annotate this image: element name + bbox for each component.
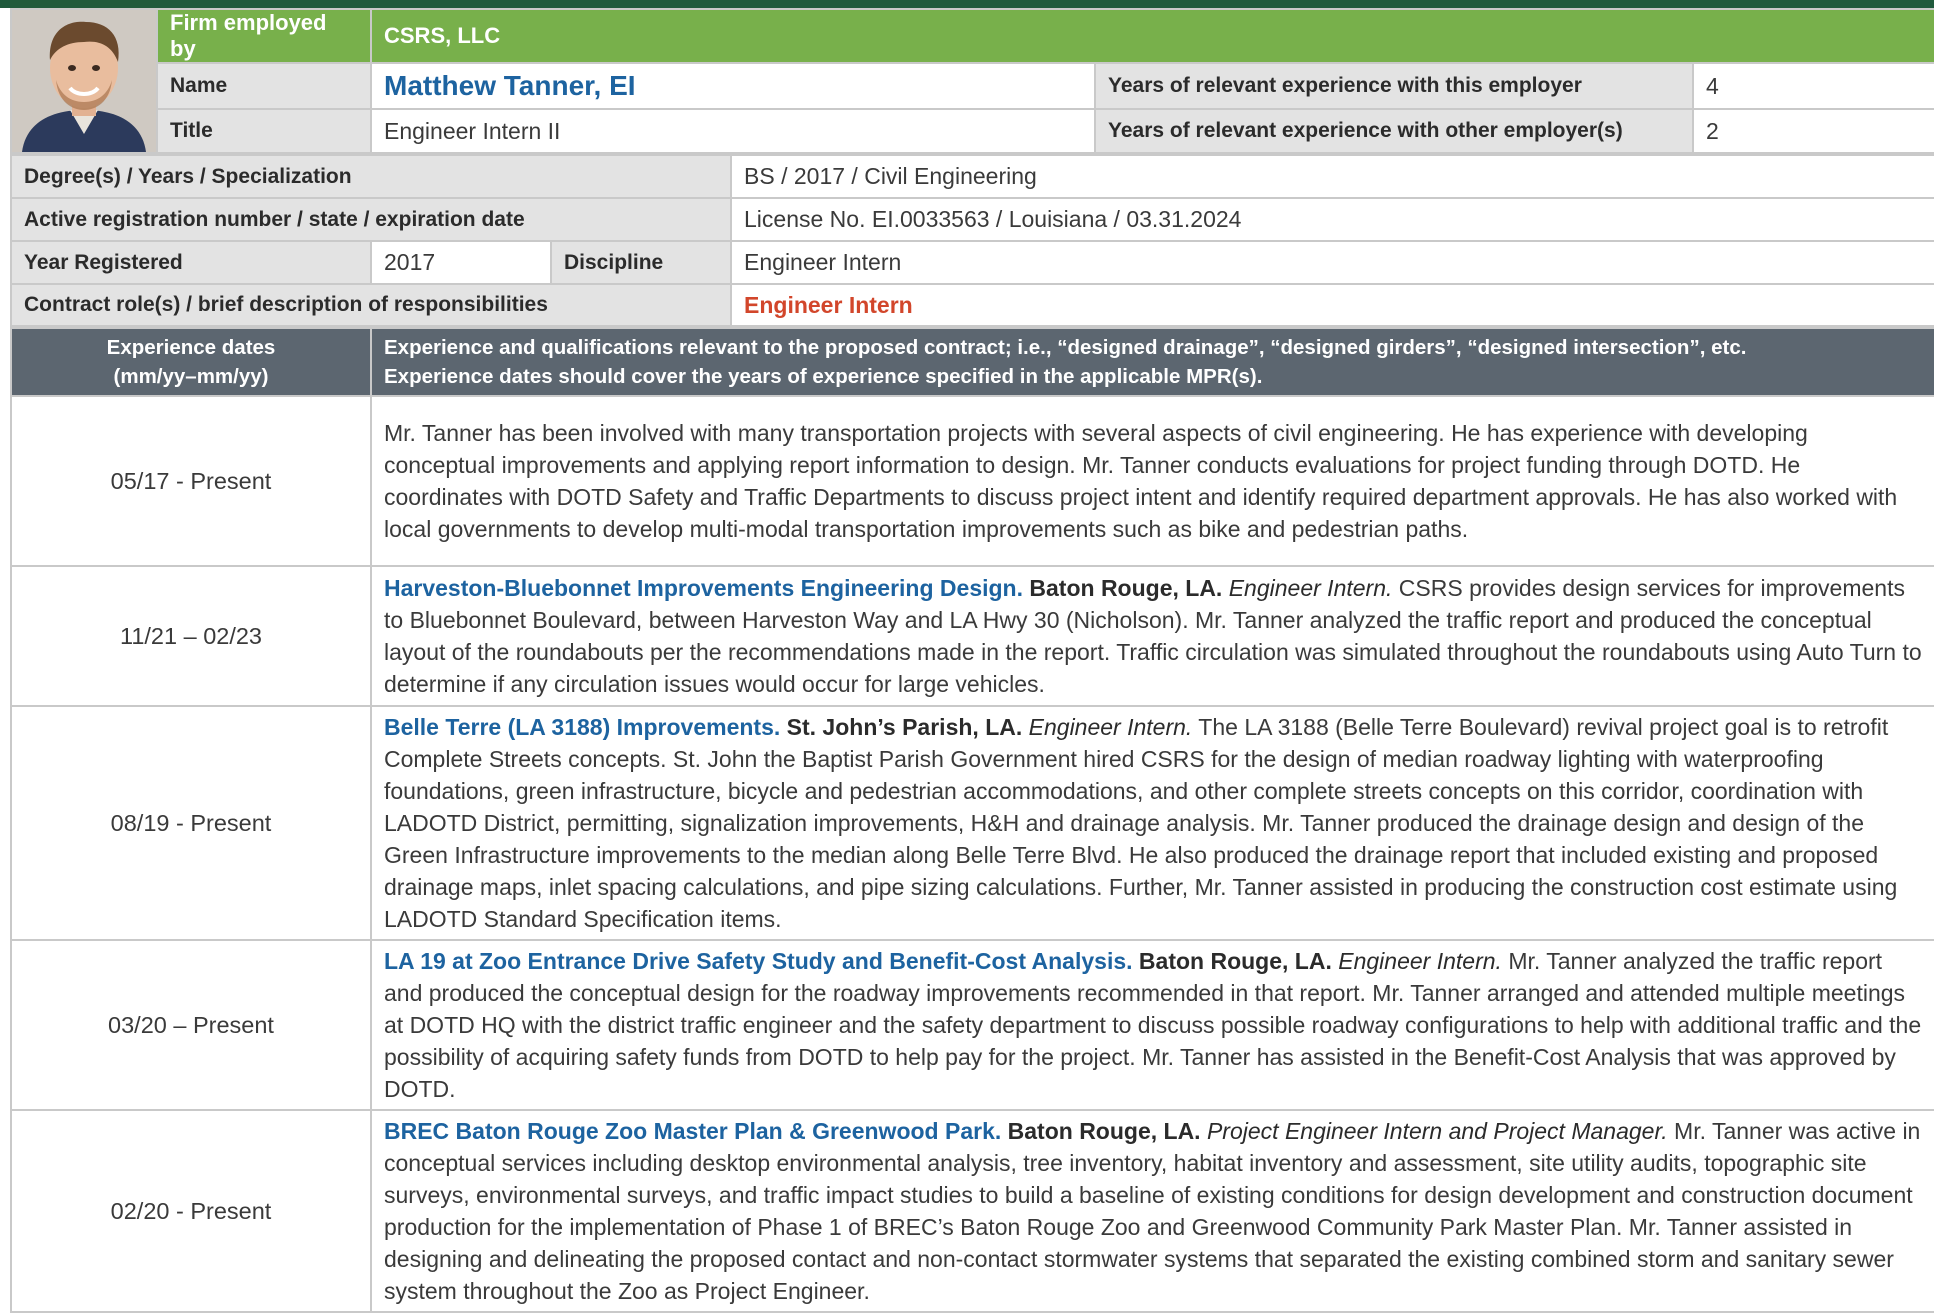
project-title: Belle Terre (LA 3188) Improvements.: [384, 714, 781, 740]
resume-form: Firm employed by CSRS, LLC Name Matthew …: [9, 8, 1934, 1313]
details-table: Degree(s) / Years / Specialization BS / …: [9, 154, 1934, 327]
project-title: Harveston-Bluebonnet Improvements Engine…: [384, 575, 1023, 601]
experience-description-header-line1: Experience and qualifications relevant t…: [384, 336, 1747, 359]
experience-row: 08/19 - Present Belle Terre (LA 3188) Imp…: [10, 705, 1934, 941]
project-location: Baton Rouge, LA.: [1029, 575, 1223, 601]
project-title: BREC Baton Rouge Zoo Master Plan & Green…: [384, 1118, 1002, 1144]
firm-label: Firm employed by: [156, 8, 372, 64]
contract-role-value: Engineer Intern: [730, 283, 1934, 327]
project-role: Project Engineer Intern and Project Mana…: [1206, 1118, 1668, 1144]
year-registered-label: Year Registered: [10, 240, 372, 285]
project-location: Baton Rouge, LA.: [1138, 948, 1332, 974]
firm-value: CSRS, LLC: [370, 8, 1934, 64]
profile-photo: [10, 8, 158, 154]
registration-label: Active registration number / state / exp…: [9, 197, 733, 242]
experience-dates-header-line1: Experience dates: [106, 336, 276, 359]
experience-description: LA 19 at Zoo Entrance Drive Safety Study…: [370, 939, 1934, 1111]
top-accent-bar: [0, 0, 1934, 8]
experience-dates: 08/19 - Present: [10, 705, 372, 941]
project-location: St. John’s Parish, LA.: [786, 714, 1023, 740]
experience-description: Mr. Tanner has been involved with many t…: [370, 395, 1934, 567]
experience-row: 02/20 - Present BREC Baton Rouge Zoo Mast…: [10, 1109, 1934, 1313]
title-value: Engineer Intern II: [370, 108, 1096, 154]
experience-description: Belle Terre (LA 3188) Improvements. St. …: [370, 705, 1934, 941]
discipline-value: Engineer Intern: [730, 240, 1934, 285]
experience-row: 03/20 – Present LA 19 at Zoo Entrance Dri…: [10, 939, 1934, 1111]
experience-dates-header-line2: (mm/yy–mm/yy): [113, 365, 269, 388]
experience-dates: 02/20 - Present: [10, 1109, 372, 1313]
portrait-image: [12, 10, 156, 152]
experience-row: 11/21 – 02/23 Harveston-Bluebonnet Improv…: [10, 565, 1934, 707]
year-registered-value: 2017: [370, 240, 552, 285]
years-other-employer-value: 2: [1692, 108, 1934, 154]
experience-dates: 11/21 – 02/23: [10, 565, 372, 707]
years-this-employer-value: 4: [1692, 62, 1934, 110]
experience-dates-header: Experience dates (mm/yy–mm/yy): [10, 327, 372, 397]
header-table: Firm employed by CSRS, LLC Name Matthew …: [10, 8, 1934, 154]
contract-role-label: Contract role(s) / brief description of …: [9, 283, 733, 327]
experience-row: 05/17 - Present Mr. Tanner has been invol…: [10, 395, 1934, 567]
project-title: LA 19 at Zoo Entrance Drive Safety Study…: [384, 948, 1133, 974]
experience-dates: 03/20 – Present: [10, 939, 372, 1111]
project-role: Engineer Intern.: [1028, 714, 1193, 740]
title-label: Title: [156, 108, 372, 154]
discipline-label: Discipline: [549, 240, 733, 285]
name-value: Matthew Tanner, EI: [370, 62, 1096, 110]
project-role: Engineer Intern.: [1338, 948, 1502, 974]
project-text: Mr. Tanner has been involved with many t…: [384, 420, 1898, 542]
experience-table: Experience dates (mm/yy–mm/yy) Experienc…: [10, 327, 1934, 1313]
project-text: The LA 3188 (Belle Terre Boulevard) revi…: [384, 714, 1898, 932]
experience-description-header-line2: Experience dates should cover the years …: [384, 365, 1263, 388]
registration-value: License No. EI.0033563 / Louisiana / 03.…: [730, 197, 1934, 242]
experience-description: BREC Baton Rouge Zoo Master Plan & Green…: [370, 1109, 1934, 1313]
experience-description: Harveston-Bluebonnet Improvements Engine…: [370, 565, 1934, 707]
years-this-employer-label: Years of relevant experience with this e…: [1094, 62, 1694, 110]
degree-value: BS / 2017 / Civil Engineering: [730, 154, 1934, 199]
experience-rows: 05/17 - Present Mr. Tanner has been invol…: [10, 395, 1934, 1313]
project-location: Baton Rouge, LA.: [1007, 1118, 1201, 1144]
experience-description-header: Experience and qualifications relevant t…: [370, 327, 1934, 397]
project-role: Engineer Intern.: [1228, 575, 1393, 601]
name-label: Name: [156, 62, 372, 110]
degree-label: Degree(s) / Years / Specialization: [9, 154, 733, 199]
years-other-employer-label: Years of relevant experience with other …: [1094, 108, 1694, 154]
experience-dates: 05/17 - Present: [10, 395, 372, 567]
project-text: Mr. Tanner was active in conceptual serv…: [384, 1118, 1921, 1304]
